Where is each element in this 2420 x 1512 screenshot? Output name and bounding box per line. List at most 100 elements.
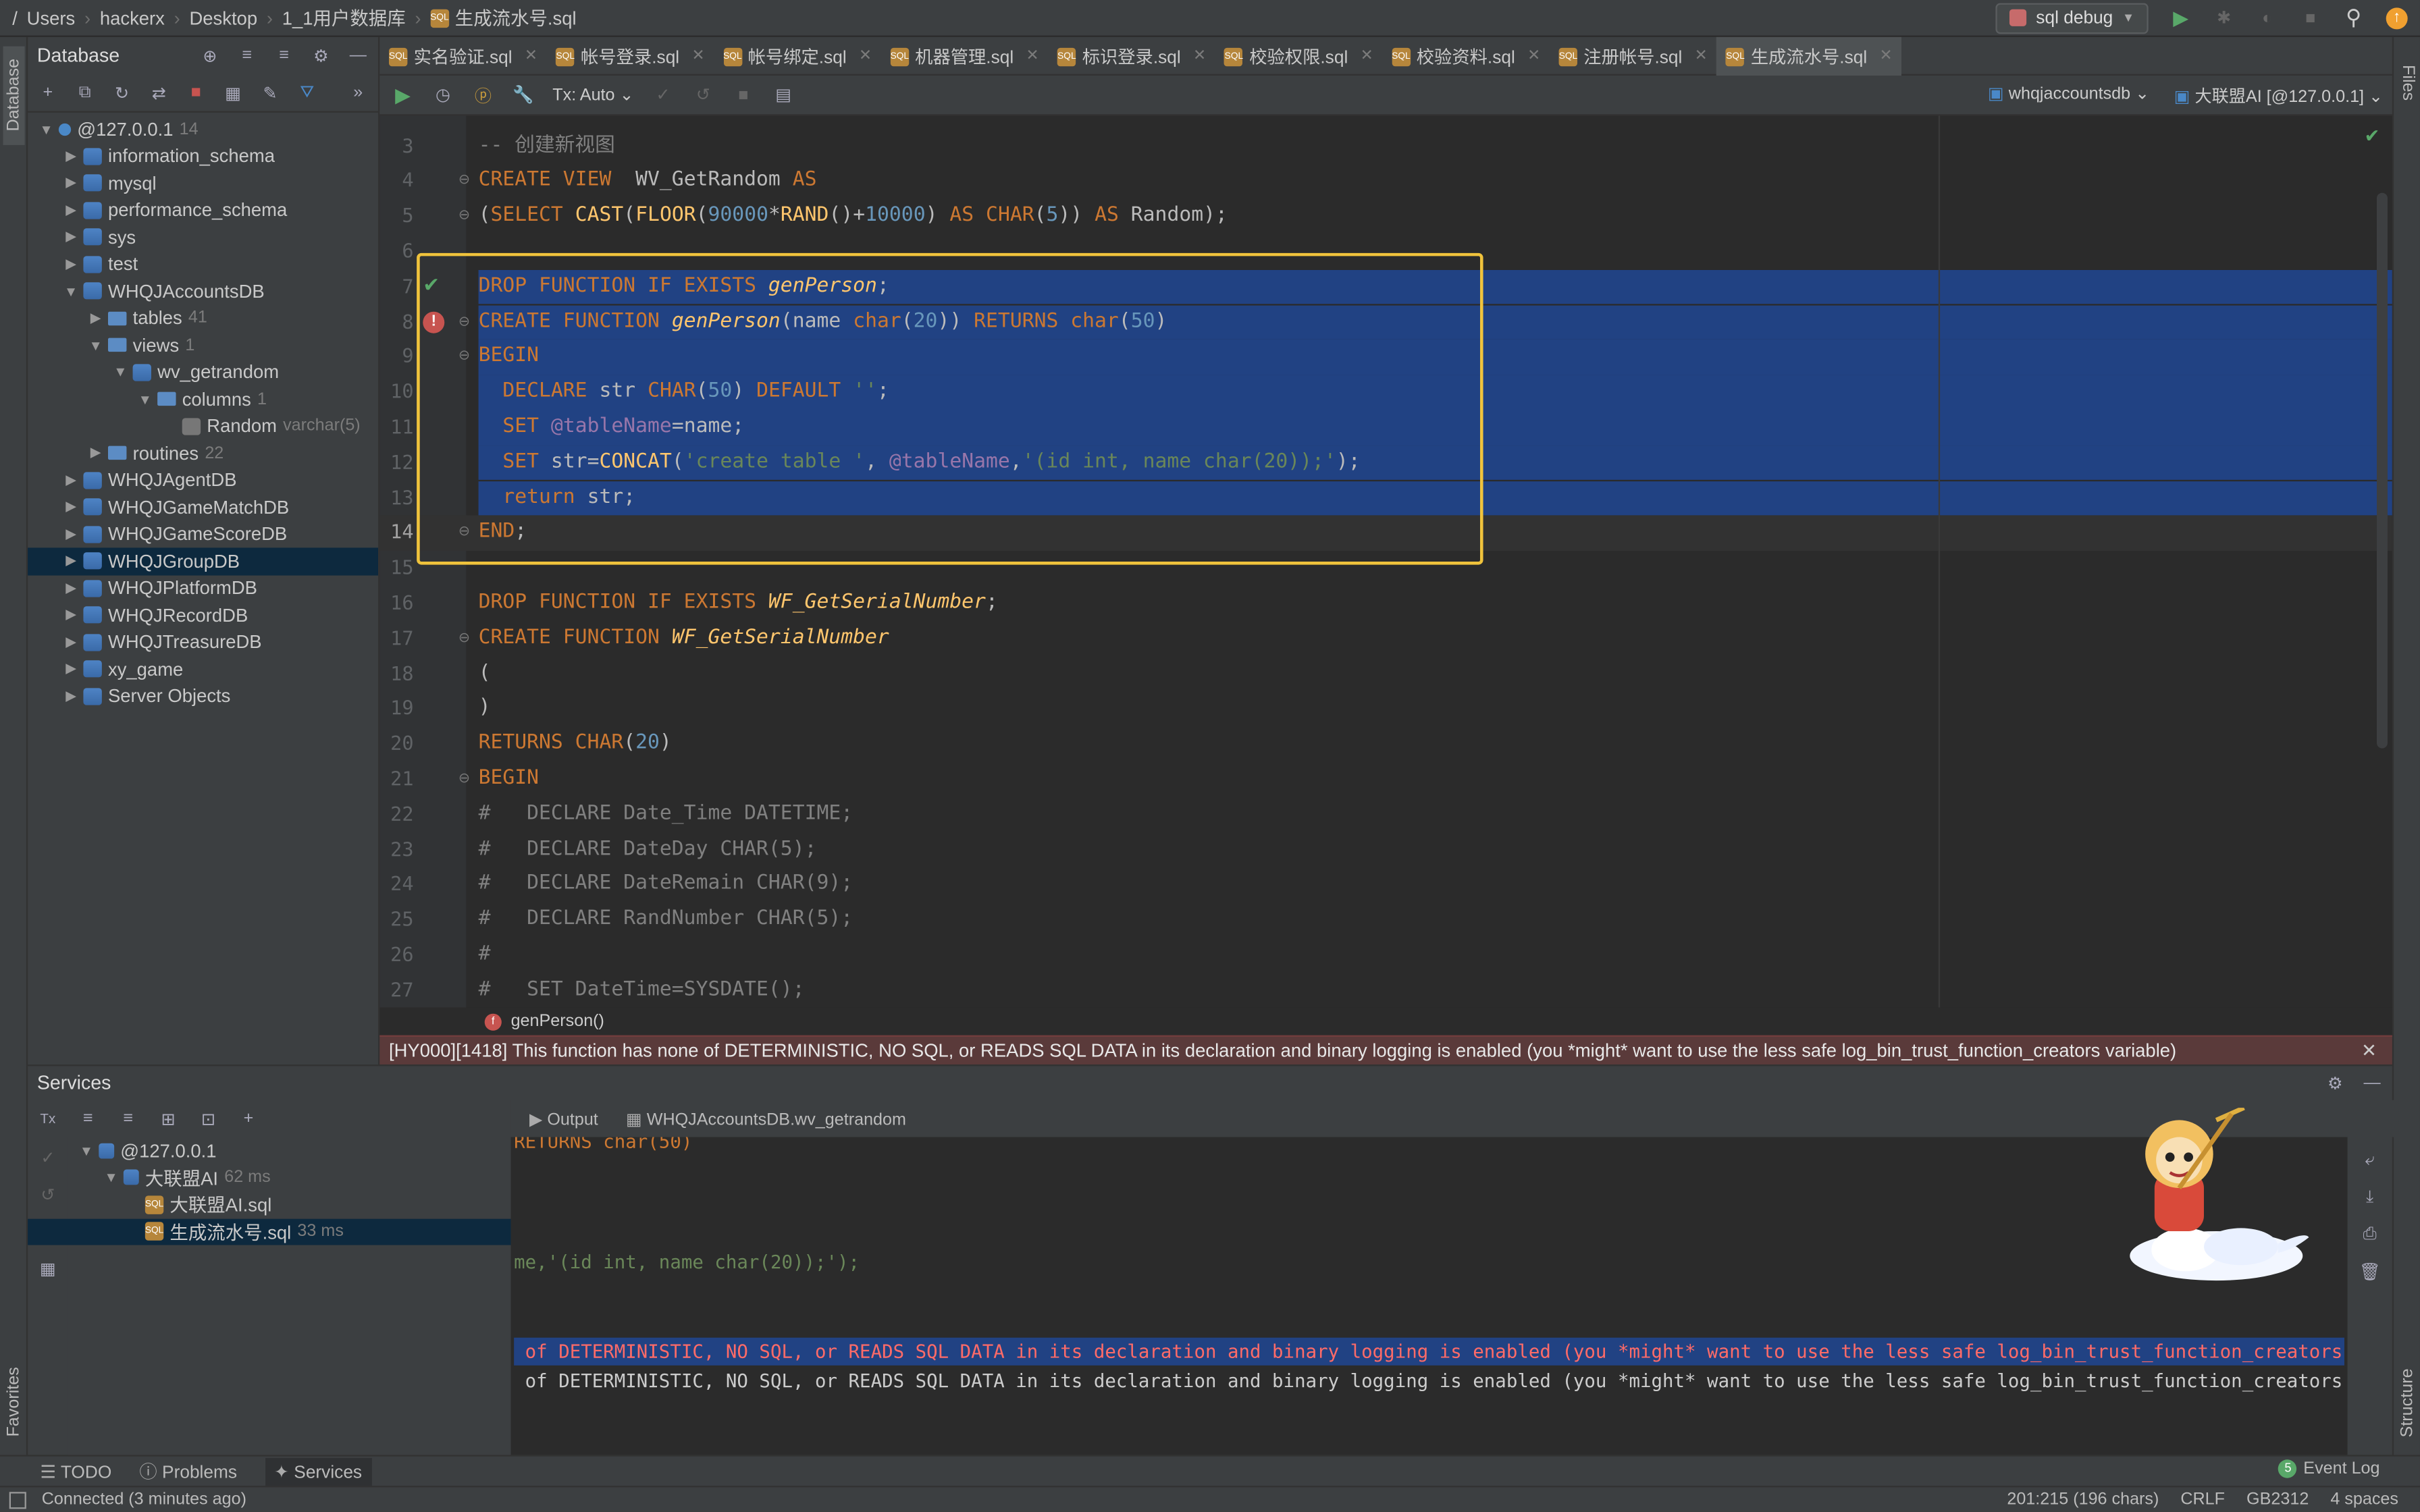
tree-node-column[interactable]: Random varchar(5): [28, 412, 378, 439]
editor-tab[interactable]: SQL 注册帐号.sql ✕: [1550, 37, 1717, 76]
chevron-down-icon[interactable]: ▼: [37, 122, 55, 137]
chevron-right-icon[interactable]: ▶: [61, 202, 80, 219]
output-tab[interactable]: ▦ WHQJAccountsDB.wv_getrandom: [626, 1108, 906, 1129]
editor-tab[interactable]: SQL 帐号登录.sql ✕: [547, 37, 714, 76]
editor-scrollbar[interactable]: [2376, 192, 2388, 749]
print-icon[interactable]: ⎙: [2359, 1224, 2381, 1245]
bottom-tab[interactable]: ☰ TODO: [40, 1460, 111, 1482]
scroll-to-end-icon[interactable]: ⤓: [2359, 1187, 2381, 1208]
close-icon[interactable]: ✕: [1695, 48, 1708, 65]
editor-tab[interactable]: SQL 帐号绑定.sql ✕: [714, 37, 881, 76]
breadcrumb-item[interactable]: Desktop: [189, 7, 257, 28]
files-tool-tab[interactable]: Files: [2397, 49, 2419, 117]
expand-all-icon[interactable]: ≡: [77, 1108, 99, 1129]
indent-setting[interactable]: 4 spaces: [2330, 1490, 2398, 1509]
chevron-right-icon[interactable]: ▶: [61, 607, 80, 624]
layout-toggle-icon[interactable]: [9, 1491, 26, 1509]
fold-marker-icon[interactable]: ⊖: [458, 171, 470, 188]
edit-icon[interactable]: ✎: [259, 82, 281, 103]
tree-node-db[interactable]: ▶ WHQJGroupDB: [28, 547, 378, 575]
run-config-dropdown[interactable]: sql debug ▼: [1995, 2, 2149, 34]
editor-tab[interactable]: SQL 生成流水号.sql ✕: [1716, 36, 1902, 79]
file-encoding[interactable]: GB2312: [2246, 1490, 2309, 1509]
chevron-right-icon[interactable]: ▶: [61, 553, 80, 570]
cursor-position[interactable]: 201:215 (196 chars): [2007, 1490, 2159, 1509]
trash-icon[interactable]: 🗑: [2359, 1260, 2381, 1282]
editor-tab[interactable]: SQL 校验资料.sql ✕: [1382, 37, 1550, 76]
event-log-button[interactable]: 5 Event Log: [2278, 1459, 2380, 1478]
close-icon[interactable]: ✕: [2361, 1040, 2377, 1062]
chevron-down-icon[interactable]: ▼: [86, 338, 105, 353]
rollback-icon[interactable]: ↺: [692, 84, 714, 106]
chevron-down-icon[interactable]: ▼: [77, 1143, 95, 1158]
breadcrumb-item[interactable]: Users: [27, 7, 76, 28]
stop-icon[interactable]: ■: [2300, 7, 2321, 28]
sync-schema-icon[interactable]: ⇄: [148, 82, 169, 103]
services-tree-node[interactable]: ▼ @127.0.0.1: [68, 1137, 511, 1164]
close-icon[interactable]: ✕: [525, 48, 537, 65]
tree-node-folder[interactable]: ▼ views 1: [28, 331, 378, 358]
expand-all-icon[interactable]: ≡: [236, 45, 258, 66]
debug-icon[interactable]: ✱: [2213, 7, 2235, 28]
execute-icon[interactable]: ▶: [392, 82, 414, 105]
tree-node-folder[interactable]: ▶ routines 22: [28, 439, 378, 466]
new-tab-icon[interactable]: ⊡: [198, 1108, 219, 1129]
rollback-icon[interactable]: ↺: [37, 1183, 59, 1205]
close-icon[interactable]: ✕: [1026, 48, 1039, 65]
tree-node-db[interactable]: ▶ mysql: [28, 169, 378, 196]
chevron-right-icon[interactable]: ▶: [61, 580, 80, 597]
table-icon[interactable]: ▦: [222, 82, 244, 103]
minimize-icon[interactable]: —: [347, 45, 369, 66]
close-icon[interactable]: ✕: [1361, 48, 1373, 65]
tree-node-db[interactable]: ▶ WHQJPlatformDB: [28, 574, 378, 601]
output-layout-icon[interactable]: ▤: [772, 84, 794, 106]
tree-node-db[interactable]: ▶ test: [28, 250, 378, 277]
services-tree-node[interactable]: ▼ 大联盟AI 62 ms: [68, 1164, 511, 1191]
chevron-right-icon[interactable]: ▶: [86, 310, 105, 327]
tree-node-db[interactable]: ▼ WHQJAccountsDB: [28, 277, 378, 304]
services-tree-node[interactable]: SQL 大联盟AI.sql: [68, 1191, 511, 1218]
fold-marker-icon[interactable]: ⊖: [458, 629, 470, 646]
more-icon[interactable]: »: [347, 82, 369, 103]
chevron-right-icon[interactable]: ▶: [86, 445, 105, 462]
chevron-right-icon[interactable]: ▶: [61, 526, 80, 543]
cancel-query-icon[interactable]: ■: [733, 84, 754, 106]
tree-node-folder[interactable]: ▼ columns 1: [28, 385, 378, 412]
structure-tool-tab[interactable]: Structure: [2397, 1349, 2419, 1457]
commit-icon[interactable]: ✓: [652, 84, 674, 106]
filter-icon[interactable]: ⛛: [296, 82, 318, 103]
close-icon[interactable]: ✕: [1527, 48, 1540, 65]
coverage-icon[interactable]: ◐: [2257, 7, 2278, 28]
explain-plan-icon[interactable]: ⓟ: [472, 84, 494, 105]
breadcrumb-item[interactable]: /: [12, 7, 18, 28]
chevron-down-icon[interactable]: ▼: [111, 364, 130, 380]
chevron-down-icon[interactable]: ▼: [136, 392, 154, 407]
chevron-right-icon[interactable]: ▶: [61, 229, 80, 246]
refresh-icon[interactable]: ↻: [111, 82, 133, 103]
breadcrumb-item[interactable]: 生成流水号.sql: [455, 5, 577, 31]
bottom-tab[interactable]: ⓘ Problems: [139, 1459, 237, 1484]
chevron-right-icon[interactable]: ▶: [61, 688, 80, 705]
tree-node-db[interactable]: ▶ xy_game: [28, 655, 378, 682]
chevron-right-icon[interactable]: ▶: [61, 661, 80, 678]
output-console[interactable]: RETURNS char(50) me,'(id int, name char(2…: [510, 1137, 2348, 1455]
stop-icon[interactable]: ■: [185, 82, 207, 103]
commit-icon[interactable]: ✓: [37, 1146, 59, 1168]
gear-icon[interactable]: ⚙: [310, 45, 332, 66]
tree-node-db[interactable]: ▶ WHQJRecordDB: [28, 601, 378, 628]
editor-tab[interactable]: SQL 校验权限.sql ✕: [1215, 37, 1383, 76]
tree-node-db[interactable]: ▶ performance_schema: [28, 196, 378, 223]
favorites-tool-tab[interactable]: Favorites: [3, 1349, 25, 1457]
add-icon[interactable]: +: [37, 82, 59, 103]
close-icon[interactable]: ✕: [691, 48, 704, 65]
group-icon[interactable]: ⊞: [157, 1108, 179, 1129]
database-tool-tab[interactable]: Database: [3, 46, 25, 145]
search-icon[interactable]: ⚲: [2343, 5, 2365, 30]
tree-node-db[interactable]: ▶ WHQJTreasureDB: [28, 628, 378, 655]
chevron-right-icon[interactable]: ▶: [61, 256, 80, 273]
wrench-icon[interactable]: 🔧: [512, 84, 534, 106]
datasource-selector[interactable]: ▣ 大联盟AI [@127.0.0.1] ⌄: [2174, 82, 2383, 107]
chevron-down-icon[interactable]: ▼: [102, 1170, 120, 1185]
chevron-right-icon[interactable]: ▶: [61, 175, 80, 192]
soft-wrap-icon[interactable]: ⤶: [2359, 1150, 2381, 1171]
